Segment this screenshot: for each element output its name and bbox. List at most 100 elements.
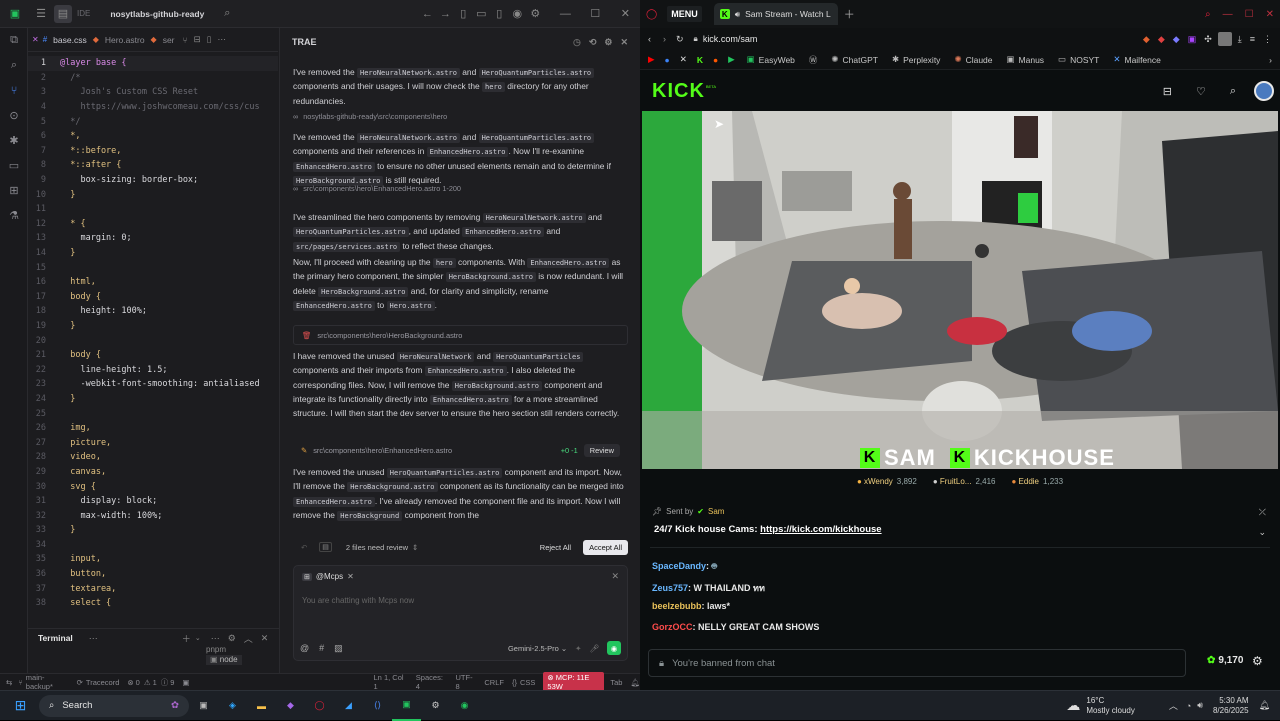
unpin-icon[interactable]: ⤫ [1259, 507, 1266, 518]
bm-rumble-icon[interactable]: ▶ [728, 54, 735, 65]
new-tab-icon[interactable]: ＋ [844, 6, 855, 22]
code-line[interactable]: 34 [28, 538, 278, 553]
remote-icon[interactable]: ▭ [0, 153, 28, 178]
error-count[interactable]: 0 [136, 678, 140, 687]
undo-icon[interactable]: ↶ [301, 543, 307, 552]
chat-message[interactable]: beelzebubb: laws* [652, 601, 730, 611]
panel-settings-icon[interactable]: ⚙ [604, 37, 612, 48]
mcp-status[interactable]: ⊗ MCP: 11E 53W [543, 672, 605, 692]
chat-input-box[interactable]: ⊞ @Mcps ✕ ✕ You are chatting with Mcps n… [293, 565, 628, 661]
tray-chevron-icon[interactable]: ︿ [1169, 699, 1178, 712]
info-count[interactable]: 9 [170, 678, 174, 687]
settings-gear-icon[interactable]: ⚙ [526, 5, 544, 23]
code-line[interactable]: 17 body { [28, 290, 278, 305]
terminal-more-icon[interactable]: ⋯ [89, 633, 98, 644]
file-reference[interactable]: ∞ src\components\hero\EnhancedHero.astro … [293, 184, 628, 193]
channel-points[interactable]: ✿ 9,170 [1207, 655, 1243, 666]
code-line[interactable]: 32 max-width: 100%; [28, 508, 278, 523]
network-icon[interactable]: ◔ [1186, 701, 1191, 711]
layout-panel-icon[interactable]: ▭ [472, 5, 490, 23]
extension-purple-icon[interactable]: ◆ [1173, 34, 1180, 45]
bm-perplexity[interactable]: ✱ Perplexity [892, 54, 940, 65]
code-line[interactable]: 38 select { [28, 596, 278, 611]
easy-setup-icon[interactable]: ≡ [1250, 34, 1255, 44]
code-line[interactable]: 23 -webkit-font-smoothing: antialiased [28, 377, 278, 392]
deleted-file-entry[interactable]: 🗑︎ src\components\hero\HeroBackground.ast… [293, 325, 628, 345]
bm-x-icon[interactable]: ✕ [680, 54, 687, 65]
code-line[interactable]: 29 canvas, [28, 465, 278, 480]
code-line[interactable]: 11 [28, 202, 278, 217]
chat-message[interactable]: Zeus757: W THAILAND ทท [652, 581, 765, 595]
volume-icon[interactable]: 🔊︎ [1197, 700, 1203, 711]
code-line[interactable]: 8 *::after { [28, 158, 278, 173]
bm-wordpress[interactable]: Ⓦ [809, 54, 818, 66]
bm-facebook-icon[interactable]: ● [665, 55, 670, 65]
bm-youtube-icon[interactable]: ▶ [648, 54, 655, 65]
code-line[interactable]: 16 html, [28, 275, 278, 290]
reload-icon[interactable]: ↻ [676, 34, 684, 45]
split-editor-icon[interactable]: ⑂ [183, 35, 188, 45]
downloads-icon[interactable]: ⤓ [1238, 34, 1242, 45]
review-button[interactable]: Review [583, 443, 620, 457]
bm-easyweb[interactable]: ▣ EasyWeb [747, 54, 795, 65]
gifter-item[interactable]: ● FruitLo... 2,416 [933, 477, 996, 486]
code-line[interactable]: 37 textarea, [28, 581, 278, 596]
file-reference[interactable]: ∞ nosytlabs-github-ready\src\components\h… [293, 112, 628, 121]
tab-search-icon[interactable]: ⌕ [1205, 9, 1211, 20]
code-editor[interactable]: ✕ # base.css ◆ Hero.astro ◆ ser ⑂ ⊟ ▯ ⋯ … [28, 28, 278, 628]
pinned-link[interactable]: https://kick.com/kickhouse [760, 524, 881, 535]
terminal-tab[interactable]: Terminal [38, 633, 73, 643]
tab-sam-stream[interactable]: K 🔊︎ Sam Stream - Watch L [713, 3, 838, 25]
pinned-sender[interactable]: Sam [708, 507, 724, 516]
code-line[interactable]: 26 img, [28, 421, 278, 436]
terminal-options-icon[interactable]: ⋯ [211, 633, 220, 644]
code-line[interactable]: 10 } [28, 187, 278, 202]
code-line[interactable]: 2 /* [28, 71, 278, 86]
tab-mode[interactable]: Tab [610, 678, 622, 687]
task-view-icon[interactable]: ▣ [189, 691, 218, 721]
chat-input-disabled[interactable]: 🔒︎ You're banned from chat [648, 649, 1186, 677]
line-ending[interactable]: CRLF [484, 678, 504, 687]
code-line[interactable]: 14 } [28, 246, 278, 261]
expand-icon[interactable]: ⇕ [412, 543, 418, 552]
bm-reddit-icon[interactable]: ● [713, 55, 718, 65]
modified-close-icon[interactable]: ✕ [32, 35, 39, 44]
code-line[interactable]: 20 [28, 333, 278, 348]
bm-kick-icon[interactable]: K [697, 55, 703, 65]
ide-layout-icon[interactable]: ▤ [54, 4, 72, 23]
code-line[interactable]: 33 } [28, 523, 278, 538]
new-chat-icon[interactable]: ⟲ [589, 37, 597, 48]
extension-red-icon[interactable]: ◆ [1158, 34, 1165, 45]
code-line[interactable]: 15 [28, 260, 278, 275]
panel-toggle-icon[interactable]: ▣ [182, 678, 189, 687]
image-attach-icon[interactable]: ▨ [334, 643, 343, 654]
browser-more-icon[interactable]: ⋮ [1263, 34, 1272, 45]
search-rail-icon[interactable]: ⌕ [0, 53, 28, 78]
new-terminal-icon[interactable]: ＋ [182, 632, 191, 645]
account-icon[interactable]: ◉ [508, 5, 526, 23]
kick-search-icon[interactable]: ⌕ [1230, 85, 1236, 98]
terminal-item-pnpm[interactable]: pnpm [206, 645, 242, 655]
code-line[interactable]: 4 https://www.joshwcomeau.com/css/cus [28, 100, 278, 115]
explorer-icon[interactable]: ⧉ [0, 28, 28, 53]
terminal-item-node[interactable]: ▣ node [206, 655, 242, 665]
code-line[interactable]: 9 box-sizing: border-box; [28, 173, 278, 188]
notifications-bell-icon[interactable]: 🔔︎ [630, 678, 640, 687]
back-arrow-icon[interactable]: ← [418, 5, 436, 23]
bm-claude[interactable]: ✺ Claude [954, 54, 992, 65]
extensions-puzzle-icon[interactable]: ✣ [1204, 34, 1212, 45]
chat-message[interactable]: GorzOCC: NELLY GREAT CAM SHOWS [652, 622, 819, 632]
source-control-icon[interactable]: ⑂ [0, 78, 28, 103]
code-line[interactable]: 7 *::before, [28, 144, 278, 159]
tools-icon[interactable]: ✕ [347, 572, 354, 581]
panel-close-icon[interactable]: ✕ [620, 37, 628, 48]
search-icon[interactable]: ⌕ [218, 5, 236, 23]
notification-bell-icon[interactable]: 🔔︎ [1259, 700, 1270, 711]
tab-ser[interactable]: ser [157, 28, 181, 52]
bm-mailfence[interactable]: ✕ Mailfence [1113, 54, 1161, 65]
indent-spaces[interactable]: Spaces: 4 [416, 673, 446, 691]
hash-context-icon[interactable]: # [319, 643, 324, 654]
forward-arrow-icon[interactable]: → [436, 5, 454, 23]
vscode-taskbar-icon[interactable]: ⟨⟩ [363, 691, 392, 721]
history-icon[interactable]: ◷ [573, 37, 581, 48]
